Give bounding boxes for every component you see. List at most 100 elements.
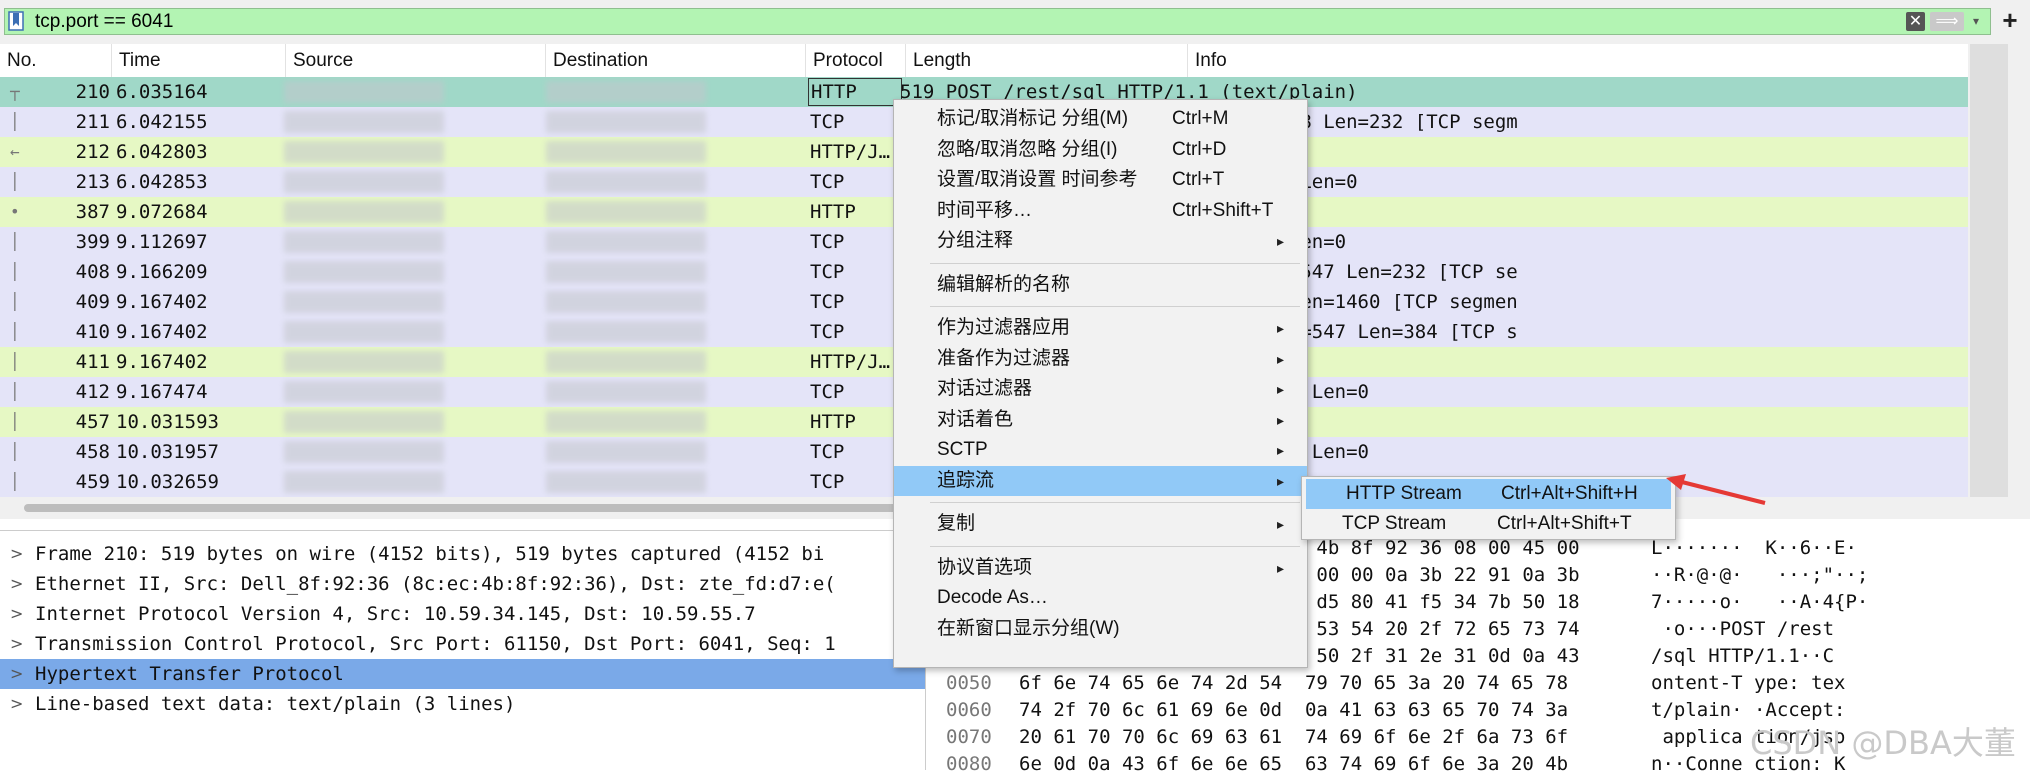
- packet-protocol: TCP: [810, 111, 845, 133]
- expand-arrow-icon[interactable]: >: [10, 629, 23, 659]
- column-header-no[interactable]: No.: [0, 44, 112, 77]
- hex-bytes[interactable]: 20 61 70 70 6c 69 63 61 74 69 6f 6e 2f 6…: [1019, 724, 1568, 751]
- packet-time: 6.035164: [116, 81, 208, 103]
- packet-protocol: TCP: [810, 321, 845, 343]
- hex-bytes[interactable]: 6f 6e 74 65 6e 74 2d 54 79 70 65 3a 20 7…: [1019, 670, 1568, 697]
- column-header-info[interactable]: Info: [1188, 44, 1968, 77]
- detail-tree-item[interactable]: > Line-based text data: text/plain (3 lin…: [0, 689, 925, 719]
- context-menu-item[interactable]: 忽略/取消忽略 分组(I) Ctrl+D: [894, 135, 1307, 165]
- context-menu-item[interactable]: 对话过滤器 ▸: [894, 374, 1307, 404]
- packet-protocol: TCP: [810, 261, 845, 283]
- bookmark-icon[interactable]: [8, 11, 24, 31]
- destination-address-redacted: [546, 471, 706, 493]
- packet-time: 6.042853: [116, 171, 208, 193]
- detail-tree-item[interactable]: > Transmission Control Protocol, Src Port…: [0, 629, 925, 659]
- context-menu-item[interactable]: Decode As…: [894, 583, 1307, 613]
- apply-filter-icon[interactable]: ⟹: [1930, 12, 1964, 31]
- hex-ascii[interactable]: ontent-T ype: tex: [1651, 670, 1845, 697]
- hex-bytes[interactable]: 74 2f 70 6c 61 69 6e 0d 0a 41 63 63 65 7…: [1019, 697, 1568, 724]
- menu-item-label: SCTP: [937, 439, 988, 460]
- context-menu-item[interactable]: SCTP ▸: [894, 435, 1307, 465]
- hex-offset: 0070: [946, 726, 992, 748]
- menu-item-label: 作为过滤器应用: [937, 317, 1071, 338]
- display-filter-field[interactable]: ✕ ⟹ ▾: [4, 8, 1991, 35]
- column-header-destination[interactable]: Destination: [546, 44, 806, 77]
- context-menu-item[interactable]: 时间平移… Ctrl+Shift+T: [894, 196, 1307, 226]
- packet-number: 210: [75, 81, 110, 103]
- column-header-source[interactable]: Source: [286, 44, 546, 77]
- context-menu-item[interactable]: 协议首选项 ▸: [894, 553, 1307, 583]
- detail-tree-item[interactable]: > Frame 210: 519 bytes on wire (4152 bits…: [0, 539, 925, 569]
- menu-separator: [930, 306, 1300, 307]
- context-menu-item[interactable]: 复制 ▸: [894, 509, 1307, 539]
- packet-time: 9.072684: [116, 201, 208, 223]
- column-header-protocol[interactable]: Protocol: [806, 44, 906, 77]
- packet-protocol: TCP: [810, 231, 845, 253]
- add-filter-button-icon[interactable]: +: [1996, 7, 2024, 35]
- destination-address-redacted: [546, 201, 706, 223]
- packet-number: 458: [75, 441, 110, 463]
- context-menu-item[interactable]: 标记/取消标记 分组(M) Ctrl+M: [894, 104, 1307, 134]
- expand-arrow-icon[interactable]: >: [10, 689, 23, 719]
- expand-arrow-icon[interactable]: >: [10, 569, 23, 599]
- hex-bytes[interactable]: 6e 0d 0a 43 6f 6e 6e 65 63 74 69 6f 6e 3…: [1019, 751, 1568, 778]
- destination-address-redacted: [546, 321, 706, 343]
- horizontal-scroll-thumb[interactable]: [24, 504, 974, 512]
- submenu-arrow-icon: ▸: [1277, 516, 1285, 532]
- menu-separator: [930, 545, 1300, 547]
- follow-http-stream-item[interactable]: HTTP Stream Ctrl+Alt+Shift+H: [1306, 479, 1671, 509]
- menu-separator: [930, 502, 1300, 503]
- detail-tree-item[interactable]: > Internet Protocol Version 4, Src: 10.59…: [0, 599, 925, 629]
- submenu-arrow-icon: ▸: [1277, 233, 1285, 249]
- detail-tree-label: Frame 210: 519 bytes on wire (4152 bits)…: [35, 543, 825, 565]
- hex-ascii[interactable]: ·o···POST /rest: [1651, 616, 1834, 643]
- packet-time: 10.031957: [116, 441, 219, 463]
- context-menu-item[interactable]: 编辑解析的名称: [894, 270, 1307, 300]
- source-address-redacted: [284, 441, 444, 463]
- context-menu-item[interactable]: 对话着色 ▸: [894, 405, 1307, 435]
- hex-offset: 0080: [946, 753, 992, 775]
- source-address-redacted: [284, 321, 444, 343]
- context-menu-item[interactable]: 准备作为过滤器 ▸: [894, 344, 1307, 374]
- hex-ascii[interactable]: /sql HTTP/1.1··C: [1651, 643, 1834, 670]
- menu-item-label: Decode As…: [937, 587, 1048, 608]
- packet-time: 9.167402: [116, 291, 208, 313]
- context-menu-item[interactable]: 作为过滤器应用 ▸: [894, 313, 1307, 343]
- menu-item-label: 编辑解析的名称: [937, 273, 1071, 295]
- destination-address-redacted: [546, 381, 706, 403]
- packet-time: 9.167402: [116, 321, 208, 343]
- detail-tree-item[interactable]: > Hypertext Transfer Protocol: [0, 659, 925, 689]
- hex-ascii[interactable]: 7·····o· ··A·4{P·: [1651, 589, 1868, 616]
- filter-history-dropdown-icon[interactable]: ▾: [1973, 12, 1987, 31]
- context-menu-item[interactable]: 设置/取消设置 时间参考 Ctrl+T: [894, 165, 1307, 195]
- menu-item-label: 时间平移…: [937, 199, 1033, 221]
- follow-tcp-stream-item[interactable]: TCP Stream Ctrl+Alt+Shift+T: [1302, 509, 1675, 539]
- column-header-time[interactable]: Time: [112, 44, 286, 77]
- hex-ascii[interactable]: ··R·@·@· ···;"··;: [1651, 562, 1868, 589]
- menu-item-label: 在新窗口显示分组(W): [937, 617, 1120, 639]
- context-menu-item[interactable]: 在新窗口显示分组(W): [894, 614, 1307, 644]
- submenu-arrow-icon: ▸: [1277, 472, 1285, 489]
- expand-arrow-icon[interactable]: >: [10, 659, 23, 689]
- hex-ascii[interactable]: L······· K··6··E·: [1651, 535, 1857, 562]
- clear-filter-icon[interactable]: ✕: [1906, 12, 1925, 31]
- packet-list-minimap[interactable]: [1970, 44, 2008, 497]
- detail-tree-item[interactable]: > Ethernet II, Src: Dell_8f:92:36 (8c:ec:…: [0, 569, 925, 599]
- packet-protocol: TCP: [810, 441, 845, 463]
- packet-list-header: No. Time Source Destination Protocol Len…: [0, 44, 1968, 78]
- packet-protocol: HTTP: [810, 201, 856, 223]
- context-menu-item[interactable]: 追踪流 ▸: [894, 465, 1307, 496]
- packet-time: 6.042803: [116, 141, 208, 163]
- expand-arrow-icon[interactable]: >: [10, 539, 23, 569]
- packet-number: 213: [75, 171, 110, 193]
- menu-item-shortcut: Ctrl+M: [1172, 108, 1229, 129]
- display-filter-input[interactable]: [35, 9, 1885, 34]
- packet-number: 212: [75, 141, 110, 163]
- column-header-length[interactable]: Length: [906, 44, 1188, 77]
- context-menu-item[interactable]: 分组注释 ▸: [894, 226, 1307, 256]
- expand-arrow-icon[interactable]: >: [10, 599, 23, 629]
- menu-item-label: 标记/取消标记 分组(M): [937, 108, 1129, 129]
- menu-item-label: 设置/取消设置 时间参考: [937, 169, 1138, 190]
- packet-details-tree[interactable]: > Frame 210: 519 bytes on wire (4152 bits…: [0, 530, 925, 771]
- submenu-arrow-icon: ▸: [1277, 559, 1285, 576]
